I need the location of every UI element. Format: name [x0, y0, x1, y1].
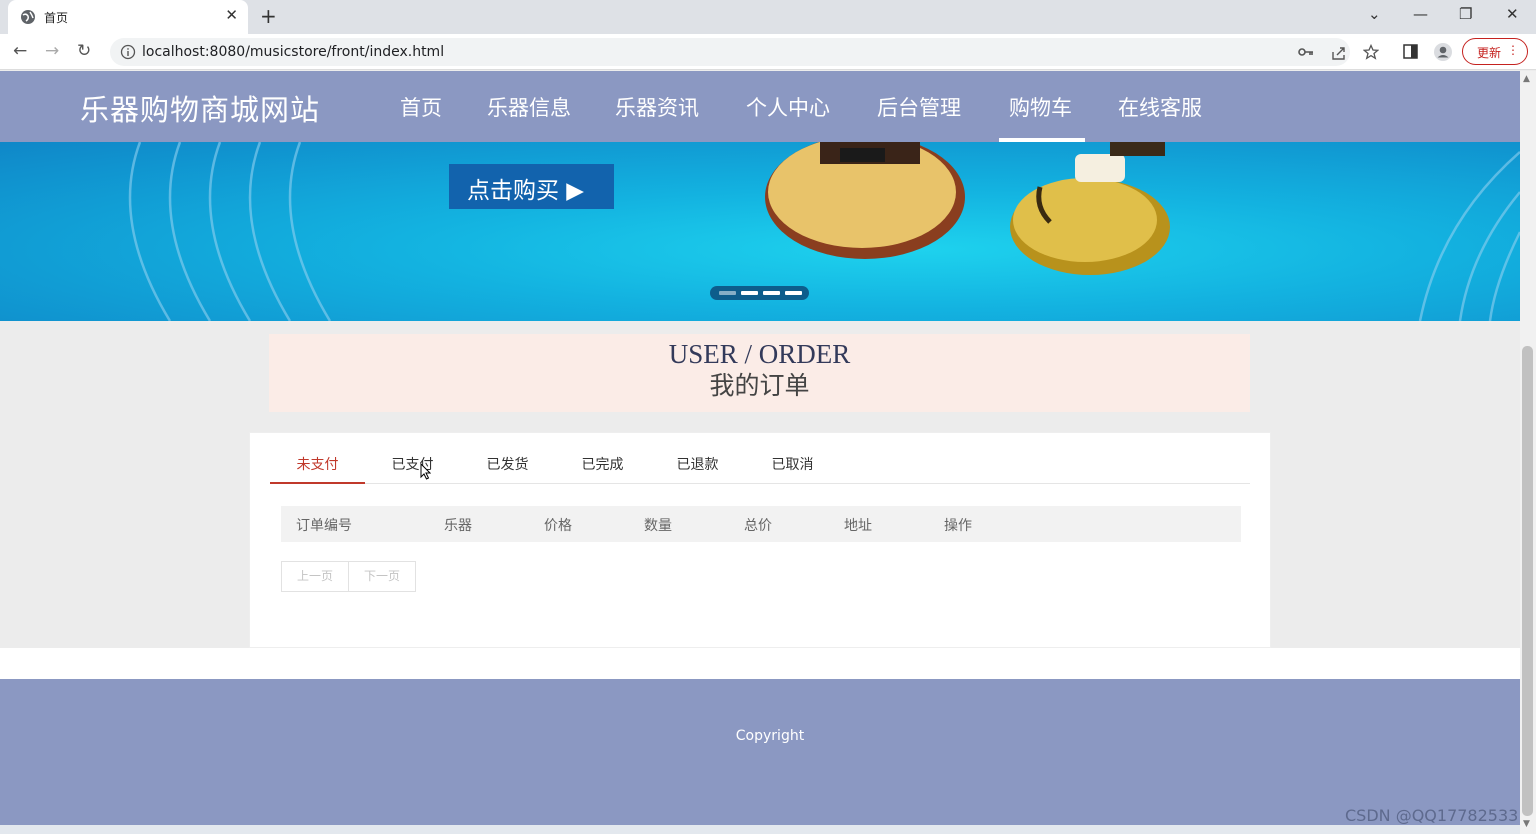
new-tab-button[interactable]: +	[260, 4, 277, 28]
carousel-dot[interactable]	[785, 291, 802, 295]
watermark-text: CSDN @QQ177825331	[1345, 806, 1529, 825]
browser-toolbar: ← → ↻ localhost:8080/musicstore/front/in…	[0, 34, 1536, 70]
tab-shipped[interactable]: 已发货	[460, 454, 555, 474]
carousel-dot[interactable]	[719, 291, 736, 295]
site-title[interactable]: 乐器购物商城网站	[80, 87, 320, 129]
nav-personal-center[interactable]: 个人中心	[746, 92, 830, 122]
carousel-indicators	[710, 286, 809, 300]
column-address: 地址	[844, 518, 872, 534]
tabs-divider	[270, 483, 1250, 484]
nav-cart[interactable]: 购物车	[1009, 92, 1072, 122]
column-actions: 操作	[944, 518, 972, 534]
browser-tab[interactable]: 首页 ✕	[8, 0, 248, 34]
site-header: 乐器购物商城网站 首页 乐器信息 乐器资讯 个人中心 后台管理 购物车 在线客服	[0, 71, 1520, 142]
tab-paid[interactable]: 已支付	[365, 454, 460, 474]
prev-page-button[interactable]: 上一页	[281, 561, 349, 592]
tab-unpaid[interactable]: 未支付	[270, 454, 365, 474]
nav-customer-service[interactable]: 在线客服	[1118, 92, 1202, 122]
close-window-button[interactable]: ✕	[1506, 5, 1519, 23]
url-text[interactable]: localhost:8080/musicstore/front/index.ht…	[142, 44, 444, 60]
tab-completed[interactable]: 已完成	[555, 454, 650, 474]
copyright-text: Copyright	[735, 728, 805, 744]
mouse-cursor-icon	[420, 463, 431, 480]
minimize-button[interactable]: —	[1413, 5, 1428, 23]
address-bar[interactable]: localhost:8080/musicstore/front/index.ht…	[110, 38, 1379, 66]
tab-list-icon[interactable]: ⌄	[1368, 5, 1381, 23]
section-title-en: USER / ORDER	[668, 339, 851, 369]
browser-tab-bar: 首页 ✕ + ⌄ — ❐ ✕	[0, 0, 1536, 34]
sidebar-icon[interactable]	[1403, 44, 1418, 59]
tab-cancelled[interactable]: 已取消	[745, 454, 840, 474]
star-icon[interactable]	[1363, 44, 1379, 60]
carousel-dot[interactable]	[741, 291, 758, 295]
column-quantity: 数量	[644, 518, 672, 534]
column-price: 价格	[544, 518, 572, 534]
nav-admin[interactable]: 后台管理	[877, 92, 961, 122]
scroll-up-icon[interactable]: ▲	[1523, 74, 1530, 84]
info-icon[interactable]	[120, 44, 136, 60]
column-order-number: 订单编号	[296, 518, 352, 534]
os-taskbar	[0, 825, 1536, 834]
scroll-down-icon[interactable]: ▼	[1523, 819, 1530, 829]
banner-carousel[interactable]: 点击购买 ▶	[0, 142, 1520, 321]
tab-close-icon[interactable]: ✕	[225, 6, 238, 24]
globe-icon	[21, 10, 35, 24]
back-button[interactable]: ←	[13, 41, 27, 61]
scrollbar-thumb[interactable]	[1522, 346, 1533, 816]
column-instrument: 乐器	[444, 518, 472, 534]
section-title: USER / ORDER 我的订单	[269, 334, 1250, 412]
tab-refunded[interactable]: 已退款	[650, 454, 745, 474]
forward-button[interactable]: →	[45, 41, 59, 61]
carousel-dot[interactable]	[763, 291, 780, 295]
page-scrollbar[interactable]: ▲ ▼	[1520, 71, 1536, 834]
column-total: 总价	[744, 518, 772, 534]
order-panel: 未支付 已支付 已发货 已完成 已退款 已取消 订单编号 乐器 价格 数量 总价…	[249, 432, 1271, 648]
order-table-header: 订单编号 乐器 价格 数量 总价 地址 操作	[281, 506, 1241, 542]
update-label: 更新	[1477, 46, 1502, 60]
content-bottom-strip	[0, 648, 1520, 679]
key-icon[interactable]	[1298, 46, 1314, 58]
section-title-cn: 我的订单	[709, 371, 810, 400]
nav-instrument-info[interactable]: 乐器信息	[487, 92, 571, 122]
more-menu-icon[interactable]: ⋮	[1507, 43, 1519, 57]
buy-now-button[interactable]: 点击购买 ▶	[449, 164, 614, 209]
tab-active-indicator	[270, 482, 365, 484]
share-icon[interactable]	[1331, 46, 1347, 60]
restore-button[interactable]: ❐	[1459, 5, 1472, 23]
nav-home[interactable]: 首页	[400, 92, 442, 122]
next-page-button[interactable]: 下一页	[348, 561, 416, 592]
nav-instrument-news[interactable]: 乐器资讯	[615, 92, 699, 122]
tab-title: 首页	[44, 11, 69, 25]
reload-button[interactable]: ↻	[77, 41, 91, 61]
site-footer: Copyright	[0, 679, 1520, 825]
update-button[interactable]: 更新 ⋮	[1462, 38, 1528, 65]
profile-avatar-icon[interactable]	[1433, 42, 1453, 62]
